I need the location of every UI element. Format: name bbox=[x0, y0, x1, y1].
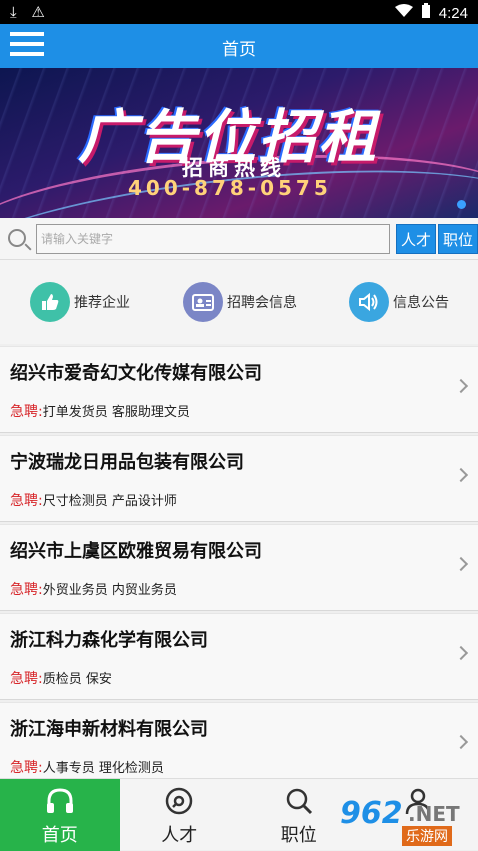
battery-icon bbox=[421, 3, 431, 23]
chevron-right-icon bbox=[454, 379, 468, 393]
download-icon: ⤓ bbox=[10, 3, 17, 21]
job-list: 尺寸检测员 产品设计师 bbox=[43, 494, 177, 509]
urgent-label: 急聘: bbox=[10, 404, 43, 420]
watermark-text: 乐游网 bbox=[402, 826, 452, 846]
quick-link-label: 信息公告 bbox=[393, 292, 449, 312]
tab-home[interactable]: 首页 bbox=[0, 779, 120, 851]
disc-icon bbox=[120, 785, 240, 817]
status-left-icons: ⤓ ⚠ bbox=[10, 3, 45, 21]
warning-icon: ⚠ bbox=[31, 3, 44, 21]
company-name: 绍兴市爱奇幻文化传媒有限公司 bbox=[10, 359, 262, 385]
urgent-label: 急聘: bbox=[10, 582, 43, 598]
banner-phone: 400-878-0575 bbox=[128, 176, 332, 200]
clock: 4:24 bbox=[439, 5, 468, 22]
quick-links: 推荐企业 招聘会信息 信息公告 bbox=[0, 260, 478, 344]
list-item[interactable]: 绍兴市爱奇幻文化传媒有限公司 急聘:打单发货员 客服助理文员 bbox=[0, 346, 478, 433]
quick-link-label: 推荐企业 bbox=[74, 292, 130, 312]
app-bar: 首页 bbox=[0, 24, 478, 68]
search-bar: 人才 职位 bbox=[0, 218, 478, 260]
search-input[interactable] bbox=[36, 224, 390, 254]
headphones-icon bbox=[0, 785, 120, 817]
quick-link-label: 招聘会信息 bbox=[227, 292, 297, 312]
watermark-number: 962 bbox=[340, 796, 403, 831]
urgent-label: 急聘: bbox=[10, 760, 43, 776]
id-card-icon bbox=[183, 282, 223, 322]
job-tags: 急聘:人事专员 理化检测员 bbox=[10, 757, 164, 777]
urgent-label: 急聘: bbox=[10, 493, 43, 509]
list-item[interactable]: 宁波瑞龙日用品包装有限公司 急聘:尺寸检测员 产品设计师 bbox=[0, 435, 478, 522]
job-list: 打单发货员 客服助理文员 bbox=[43, 405, 190, 420]
job-tags: 急聘:打单发货员 客服助理文员 bbox=[10, 401, 190, 421]
list-item[interactable]: 浙江海申新材料有限公司 急聘:人事专员 理化检测员 bbox=[0, 702, 478, 789]
watermark-logo: 962 .NET 乐游网 bbox=[340, 796, 472, 846]
job-list: 人事专员 理化检测员 bbox=[43, 761, 164, 776]
carousel-indicator[interactable] bbox=[457, 200, 466, 209]
page-title: 首页 bbox=[0, 35, 478, 60]
speaker-icon bbox=[349, 282, 389, 322]
watermark-suffix: .NET bbox=[408, 802, 460, 826]
quick-link-job-fair[interactable]: 招聘会信息 bbox=[183, 281, 297, 323]
tab-label: 首页 bbox=[0, 821, 120, 847]
job-tags: 急聘:尺寸检测员 产品设计师 bbox=[10, 490, 177, 510]
company-name: 宁波瑞龙日用品包装有限公司 bbox=[10, 448, 244, 474]
wifi-icon bbox=[395, 4, 413, 22]
chevron-right-icon bbox=[454, 735, 468, 749]
quick-link-recommended[interactable]: 推荐企业 bbox=[30, 281, 130, 323]
ad-banner[interactable]: 广告位招租 招商热线 400-878-0575 bbox=[0, 68, 478, 218]
quick-link-announcements[interactable]: 信息公告 bbox=[349, 281, 449, 323]
search-icon bbox=[8, 229, 26, 247]
chevron-right-icon bbox=[454, 468, 468, 482]
chevron-right-icon bbox=[454, 646, 468, 660]
list-item[interactable]: 浙江科力森化学有限公司 急聘:质检员 保安 bbox=[0, 613, 478, 700]
job-tags: 急聘:外贸业务员 内贸业务员 bbox=[10, 579, 177, 599]
job-list: 质检员 保安 bbox=[43, 672, 112, 687]
search-job-button[interactable]: 职位 bbox=[438, 224, 478, 254]
search-talent-button[interactable]: 人才 bbox=[396, 224, 436, 254]
company-name: 浙江海申新材料有限公司 bbox=[10, 715, 208, 741]
chevron-right-icon bbox=[454, 557, 468, 571]
tab-label: 人才 bbox=[120, 821, 240, 847]
tab-talent[interactable]: 人才 bbox=[120, 779, 240, 851]
job-tags: 急聘:质检员 保安 bbox=[10, 668, 112, 688]
job-list: 外贸业务员 内贸业务员 bbox=[43, 583, 177, 598]
thumbs-up-icon bbox=[30, 282, 70, 322]
list-item[interactable]: 绍兴市上虞区欧雅贸易有限公司 急聘:外贸业务员 内贸业务员 bbox=[0, 524, 478, 611]
company-name: 绍兴市上虞区欧雅贸易有限公司 bbox=[10, 537, 262, 563]
company-name: 浙江科力森化学有限公司 bbox=[10, 626, 208, 652]
urgent-label: 急聘: bbox=[10, 671, 43, 687]
status-bar: ⤓ ⚠ 4:24 bbox=[0, 0, 478, 24]
status-right: 4:24 bbox=[395, 3, 468, 23]
